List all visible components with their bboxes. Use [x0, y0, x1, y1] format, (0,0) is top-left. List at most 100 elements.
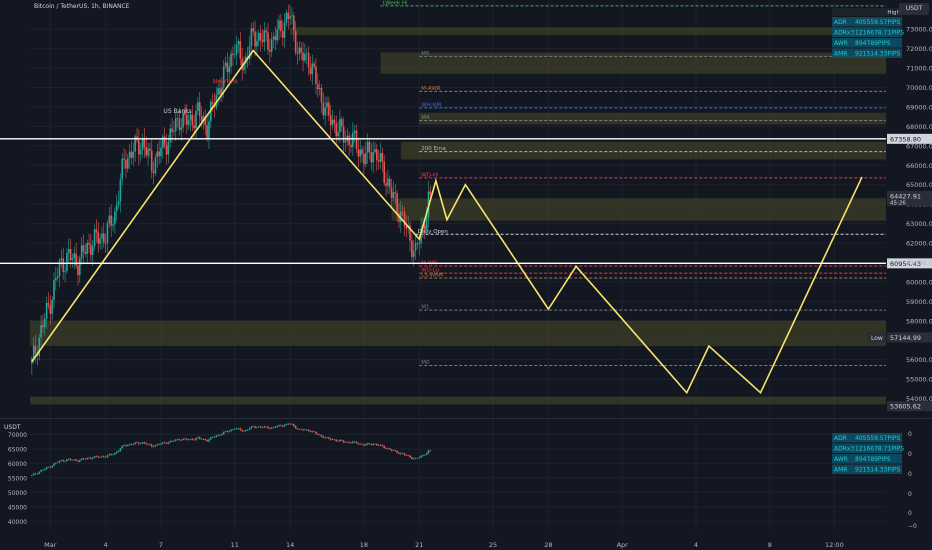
sub-candle-body [56, 462, 59, 464]
sub-candle-body [353, 441, 356, 443]
currency-button[interactable]: USDT [899, 3, 929, 15]
candle-body [160, 147, 162, 157]
y-tick-label: 62000.00 [906, 240, 932, 248]
candle-body [388, 178, 391, 188]
candle-body [126, 158, 129, 169]
price-zone [419, 112, 886, 125]
candle-body [195, 110, 197, 129]
sub-candle-body [213, 437, 216, 438]
sub-candle-body [409, 455, 411, 458]
candle-body [390, 187, 393, 198]
sub-pane: USDT40000450005000055000600006500070000 … [0, 418, 932, 530]
sub-candle-body [342, 440, 345, 443]
sub-candle-body [427, 450, 430, 454]
sub-candle-body [165, 443, 168, 444]
sub-candle-body [134, 442, 136, 444]
candle-body [71, 258, 74, 261]
sub-candle-body [226, 431, 229, 432]
sub-candle-body [90, 457, 92, 459]
y-tick-label: 55000.00 [906, 376, 932, 384]
candle-body [274, 36, 277, 41]
sub-stats-label: AMR [834, 467, 847, 474]
sub-candle-body [254, 426, 256, 428]
x-tick-label: 4 [104, 541, 108, 549]
sub-candle-body [388, 448, 391, 450]
candle-body [416, 243, 419, 245]
sub-candle-body [149, 444, 151, 445]
sub-candle-body [420, 455, 422, 458]
price-tag-value: 64427.91 [890, 192, 921, 200]
sub-candle-body [294, 426, 297, 429]
level-label: M5 [421, 51, 430, 57]
sub-candle-body [125, 445, 127, 446]
sub-candle-body [379, 444, 382, 446]
y-tick-label: 66000.00 [906, 162, 932, 170]
candle-body [324, 107, 326, 116]
sub-candle-body [263, 426, 266, 428]
candle-body [86, 242, 88, 254]
sub-candle-body [270, 427, 273, 429]
sub-candle-body [167, 442, 170, 444]
main-stats-label: ADR [834, 19, 847, 26]
sub-candle-body [66, 459, 68, 462]
candle-body [121, 158, 124, 180]
candle-body [387, 178, 389, 186]
candle-body [152, 171, 155, 174]
candle-body [82, 245, 85, 252]
candle-body [337, 132, 339, 137]
sub-candle-body [300, 429, 302, 430]
candle-body [256, 41, 258, 47]
sub-candle-body [304, 429, 306, 431]
candle-body [64, 270, 66, 272]
candle-body [53, 280, 55, 301]
sub-candle-body [51, 465, 53, 468]
sub-candle-body [117, 450, 120, 452]
sub-candle-body [401, 453, 404, 454]
candle-body [73, 253, 76, 259]
sub-candle-body [337, 440, 339, 442]
sub-candle-body [296, 428, 299, 430]
sub-candle-body [97, 456, 100, 458]
candle-body [352, 132, 354, 148]
candle-body [106, 222, 109, 244]
sub-candle-body [400, 453, 402, 454]
sub-candle-body [147, 444, 149, 445]
sub-candle-body [346, 441, 349, 443]
sub-left-axis: USDT 40000 45000 50000 55000 60000 65000 70000 [4, 424, 27, 526]
sub-candle-body [102, 456, 105, 458]
candle-body [226, 62, 229, 73]
sub-candle-body [359, 443, 362, 445]
candle-body [305, 53, 308, 54]
candle-body [45, 302, 48, 319]
sub-candle-body [243, 430, 245, 432]
sub-candle-body [156, 444, 159, 445]
sub-candle-body [250, 426, 253, 429]
candle-body [302, 52, 304, 61]
sub-right-tick: 0 [908, 431, 912, 438]
sub-candle-body [376, 443, 378, 446]
sub-candle-body [324, 437, 326, 439]
sub-candle-body [322, 436, 325, 438]
candle-body [187, 120, 190, 125]
sub-candle-body [228, 431, 231, 432]
candle-body [412, 250, 415, 257]
sub-stats-label: AWR [834, 456, 848, 463]
y-tick-label: 73000.00 [906, 26, 932, 34]
sub-candle-body [58, 460, 61, 463]
candle-body [158, 151, 160, 157]
candle-body [230, 53, 232, 67]
y-tick-label: 61000.00 [906, 259, 932, 267]
candle-body [298, 47, 301, 54]
sub-candle-body [160, 443, 162, 445]
y-tick-label: 63000.00 [906, 220, 932, 228]
candle-body [198, 102, 201, 117]
sub-candle-body [106, 455, 109, 458]
sub-candle-body [363, 444, 365, 446]
price-tag-sub: 45:26 [890, 200, 906, 206]
right-price-axis[interactable]: 54000.0055000.0056000.0057000.0058000.00… [906, 26, 932, 403]
candle-body [283, 22, 286, 38]
time-axis[interactable]: Mar 4 7 11 14 18 21 25 28 Apr 4 8 12:00 [44, 541, 844, 549]
candle-body [211, 101, 214, 104]
candle-body [130, 151, 133, 158]
sub-candle-body [62, 460, 65, 462]
